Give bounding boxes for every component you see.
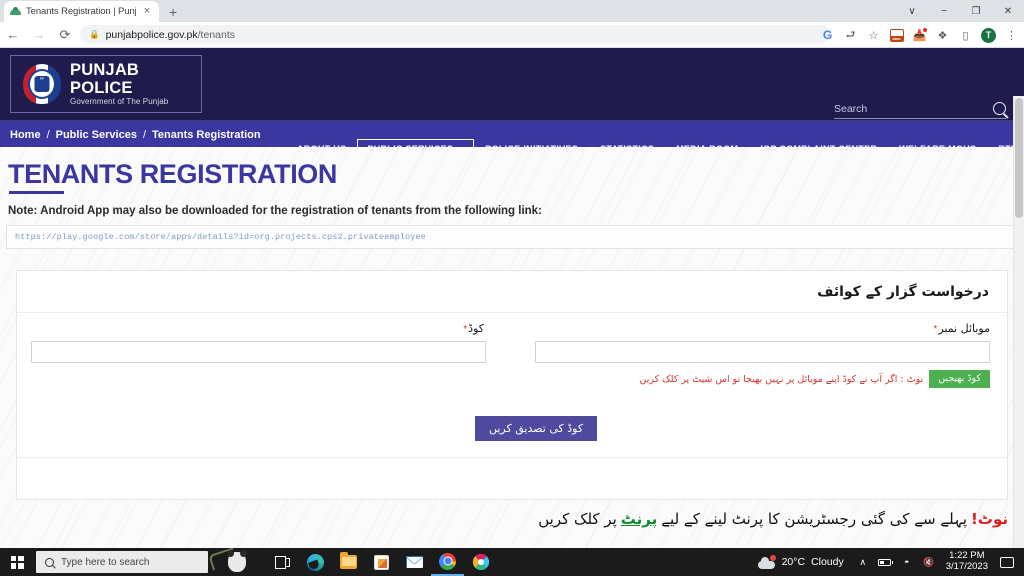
reload-icon[interactable]: ⟳: [52, 22, 78, 48]
print-link[interactable]: پرنٹ: [621, 510, 657, 528]
maximize-icon[interactable]: ❐: [960, 0, 992, 22]
browser-tab[interactable]: Tenants Registration | Punjab Pol ×: [4, 1, 159, 22]
required-asterisk: *: [933, 324, 938, 335]
tab-title: Tenants Registration | Punjab Pol: [26, 6, 136, 17]
site-header: PP PUNJAB POLICE Government of The Punja…: [0, 48, 1024, 159]
form-heading: درخواست گزار کے کوائف: [817, 283, 989, 300]
mobile-number-label: * موبائل نمبر: [933, 322, 990, 335]
breadcrumb-home[interactable]: Home: [10, 129, 41, 141]
back-icon[interactable]: ←: [0, 22, 26, 48]
windows-logo-icon: [10, 555, 24, 569]
form-card-header: درخواست گزار کے کوائف: [17, 271, 1007, 313]
forward-icon[interactable]: →: [26, 22, 52, 48]
windows-taskbar: Type here to search 20°C Cloudy ∧ ◓ 🔇 1:…: [0, 548, 1024, 576]
address-bar[interactable]: 🔒 punjabpolice.gov.pk/tenants: [80, 25, 830, 44]
screen: Tenants Registration | Punjab Pol × + ∨ …: [0, 0, 1024, 576]
page-scrollbar[interactable]: ▲ ▼: [1013, 96, 1024, 548]
restore-down-icon[interactable]: ∨: [896, 0, 928, 22]
title-underline: [9, 191, 64, 194]
site-search[interactable]: [834, 102, 1006, 119]
extension-dmc-icon[interactable]: dmc: [886, 25, 907, 46]
breadcrumb-separator: /: [142, 128, 147, 141]
note-middle: پہلے سے کی گئی رجسٹریشن کا پرنٹ لینے کے …: [661, 510, 968, 528]
code-label: * کوڈ: [463, 322, 484, 335]
web-page: PP PUNJAB POLICE Government of The Punja…: [0, 48, 1024, 548]
form-card-body: * موبائل نمبر * کوڈ کوڈ بھیجیں نوٹ : اگر…: [17, 313, 1007, 457]
window-controls: ∨ − ❐ ✕: [896, 0, 1024, 22]
mobile-number-input[interactable]: [535, 341, 990, 363]
bookmark-star-icon[interactable]: ☆: [863, 25, 884, 46]
note-prefix: نوٹ!: [971, 510, 1008, 528]
side-panel-icon[interactable]: ▯: [955, 25, 976, 46]
close-window-icon[interactable]: ✕: [992, 0, 1024, 22]
code-input[interactable]: [31, 341, 486, 363]
toolbar-actions: G ⮐ ☆ dmc 📥 ❖ ▯ T ⋮: [817, 22, 1022, 48]
search-input[interactable]: [834, 102, 993, 115]
volume-muted-icon[interactable]: 🔇: [918, 548, 940, 576]
browser-toolbar: ← → ⟳ 🔒 punjabpolice.gov.pk/tenants G ⮐ …: [0, 22, 1024, 48]
scrollbar-thumb[interactable]: [1015, 98, 1023, 218]
battery-icon[interactable]: [874, 548, 896, 576]
wifi-icon[interactable]: ◓: [896, 548, 918, 576]
taskbar-search[interactable]: Type here to search: [36, 551, 208, 573]
taskbar-clock[interactable]: 1:22 PM 3/17/2023: [940, 550, 994, 573]
minimize-icon[interactable]: −: [928, 0, 960, 22]
slack-icon[interactable]: [464, 548, 497, 576]
logo-title: PUNJAB POLICE: [70, 61, 140, 97]
send-code-note: نوٹ : اگر آپ نے کوڈ اپنے موبائل پر نہیں …: [639, 373, 924, 385]
google-chrome-icon[interactable]: [431, 548, 464, 576]
new-tab-button[interactable]: +: [169, 5, 177, 19]
profile-avatar[interactable]: T: [978, 25, 999, 46]
clock-date: 3/17/2023: [945, 561, 988, 572]
note-suffix: پر کلک کریں: [538, 510, 617, 528]
site-logo[interactable]: PP PUNJAB POLICE Government of The Punja…: [10, 55, 202, 113]
applicant-form-card: درخواست گزار کے کوائف * موبائل نمبر * کو…: [16, 270, 1008, 500]
play-store-link[interactable]: https://play.google.com/store/apps/detai…: [15, 232, 426, 242]
search-icon[interactable]: [993, 102, 1006, 115]
breadcrumb-separator: /: [46, 128, 50, 141]
print-registration-note: نوٹ! پہلے سے کی گئی رجسٹریشن کا پرنٹ لین…: [538, 510, 1008, 528]
play-store-link-box[interactable]: https://play.google.com/store/apps/detai…: [6, 225, 1016, 249]
microsoft-store-icon[interactable]: [365, 548, 398, 576]
required-asterisk: *: [463, 324, 468, 335]
puzzle-extensions-icon[interactable]: ❖: [932, 25, 953, 46]
notifications-icon[interactable]: [1000, 556, 1014, 568]
page-title: TENANTS REGISTRATION: [8, 159, 337, 189]
system-tray: 20°C Cloudy ∧ ◓ 🔇 1:22 PM 3/17/2023: [750, 548, 1024, 576]
microsoft-edge-icon[interactable]: [299, 548, 332, 576]
weather-temperature: 20°C: [781, 556, 806, 568]
browser-menu-icon[interactable]: ⋮: [1001, 25, 1022, 46]
cloud-icon: [757, 554, 776, 569]
weather-description: Cloudy: [811, 556, 844, 568]
breadcrumb-current: Tenants Registration: [152, 128, 261, 141]
share-icon[interactable]: ⮐: [840, 25, 861, 46]
code-label-text: کوڈ: [468, 322, 484, 335]
weather-widget[interactable]: 20°C Cloudy: [750, 554, 852, 569]
page-content: TENANTS REGISTRATION Note: Android App m…: [0, 147, 1024, 548]
google-icon[interactable]: G: [817, 25, 838, 46]
police-cap-favicon-icon: [10, 6, 21, 17]
panda-widget-icon[interactable]: [208, 548, 266, 576]
lock-icon: 🔒: [89, 29, 100, 39]
start-button[interactable]: [0, 548, 34, 576]
address-bar-url: punjabpolice.gov.pk/tenants: [105, 28, 236, 41]
mobile-number-label-text: موبائل نمبر: [938, 322, 990, 335]
task-view-icon[interactable]: [266, 548, 299, 576]
punjab-police-emblem-icon: PP: [23, 64, 61, 104]
form-card-footer: [17, 457, 1007, 498]
mail-icon[interactable]: [398, 548, 431, 576]
search-icon: [45, 557, 54, 567]
breadcrumb-public-services[interactable]: Public Services: [56, 129, 137, 141]
android-app-note: Note: Android App may also be downloaded…: [8, 205, 542, 217]
close-icon[interactable]: ×: [141, 6, 153, 17]
logo-subtitle: Government of The Punjab: [70, 96, 169, 106]
browser-tab-strip: Tenants Registration | Punjab Pol × + ∨ …: [0, 0, 1024, 22]
update-icon[interactable]: 📥: [909, 25, 930, 46]
show-hidden-icons-chevron-icon[interactable]: ∧: [852, 548, 874, 576]
send-code-row: کوڈ بھیجیں نوٹ : اگر آپ نے کوڈ اپنے موبا…: [639, 370, 990, 389]
taskbar-search-placeholder: Type here to search: [61, 556, 150, 568]
verify-code-button[interactable]: کوڈ کی تصدیق کریں: [475, 416, 598, 441]
file-explorer-icon[interactable]: [332, 548, 365, 576]
send-code-button[interactable]: کوڈ بھیجیں: [929, 370, 990, 389]
